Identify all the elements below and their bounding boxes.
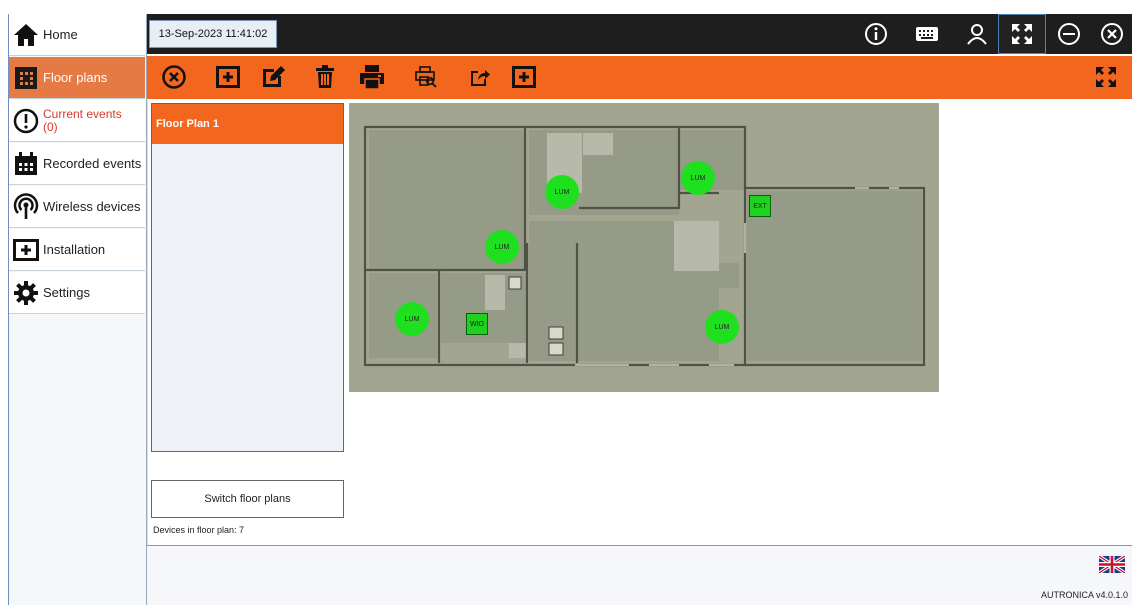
floor-plan-toolbar [147,56,1132,99]
sidebar-item-settings[interactable]: Settings [9,272,145,314]
device-lum-3[interactable]: LUM [485,230,519,264]
footer: AUTRONICA v4.0.1.0 [147,545,1132,605]
uk-flag-icon[interactable] [1098,554,1126,575]
version-label: AUTRONICA v4.0.1.0 [1040,590,1128,600]
content-divider [147,100,148,545]
keyboard-icon[interactable] [907,14,947,54]
installation-icon [9,233,43,267]
floor-plan-list: Floor Plan 1 [151,103,344,452]
device-lum-4[interactable]: LUM [395,302,429,336]
export-icon[interactable] [465,62,495,92]
sidebar-item-label: Floor plans [43,70,108,85]
switch-floor-plans-button[interactable]: Switch floor plans [151,480,344,518]
current-events-count: (0) [43,119,58,134]
sidebar-item-label: Current events [43,106,122,121]
device-lum-1[interactable]: LUM [545,175,579,209]
close-icon[interactable] [1092,14,1132,54]
add-icon[interactable] [213,62,243,92]
sidebar-item-label: Settings [43,285,90,300]
floor-plan-drawing [363,125,926,367]
device-lum-2[interactable]: LUM [681,161,715,195]
cancel-icon[interactable] [159,62,189,92]
wireless-icon [9,190,43,224]
list-item[interactable]: Floor Plan 1 [152,104,343,144]
sidebar-item-current-events[interactable]: Current events (0) [9,100,145,142]
sidebar: Home Floor plans Current events (0) Reco… [8,14,147,605]
sidebar-item-label: Home [43,27,78,42]
top-strip [0,0,1132,12]
device-wio[interactable]: WIO [466,313,488,335]
sidebar-item-wireless-devices[interactable]: Wireless devices [9,186,145,228]
print-icon[interactable] [357,62,387,92]
top-bar: 13-Sep-2023 11:41:02 [147,14,1132,54]
sidebar-item-label: Recorded events [43,156,142,171]
home-icon [9,18,43,52]
device-ext[interactable]: EXT [749,195,771,217]
sidebar-item-recorded-events[interactable]: Recorded events [9,143,145,185]
minimize-icon[interactable] [1049,14,1089,54]
expand-icon[interactable] [1091,62,1121,92]
print-preview-icon[interactable] [411,62,441,92]
sidebar-item-installation[interactable]: Installation [9,229,145,271]
sidebar-item-label: Wireless devices [43,199,141,214]
exclamation-icon [9,104,43,138]
user-icon[interactable] [957,14,997,54]
add-device-icon[interactable] [509,62,539,92]
floor-plan-view[interactable]: LUM LUM EXT LUM LUM WIO LUM [349,103,939,392]
edit-icon[interactable] [258,62,288,92]
sidebar-item-home[interactable]: Home [9,14,145,56]
info-icon[interactable] [856,14,896,54]
device-lum-5[interactable]: LUM [705,310,739,344]
gear-icon [9,276,43,310]
sidebar-item-floor-plans[interactable]: Floor plans [9,57,145,99]
device-count-label: Devices in floor plan: 7 [153,525,245,535]
delete-icon[interactable] [310,62,340,92]
calendar-icon [9,147,43,181]
floor-plan-icon [9,61,43,95]
fullscreen-icon[interactable] [998,14,1046,54]
sidebar-item-label: Installation [43,242,106,257]
datetime-display: 13-Sep-2023 11:41:02 [149,20,277,48]
